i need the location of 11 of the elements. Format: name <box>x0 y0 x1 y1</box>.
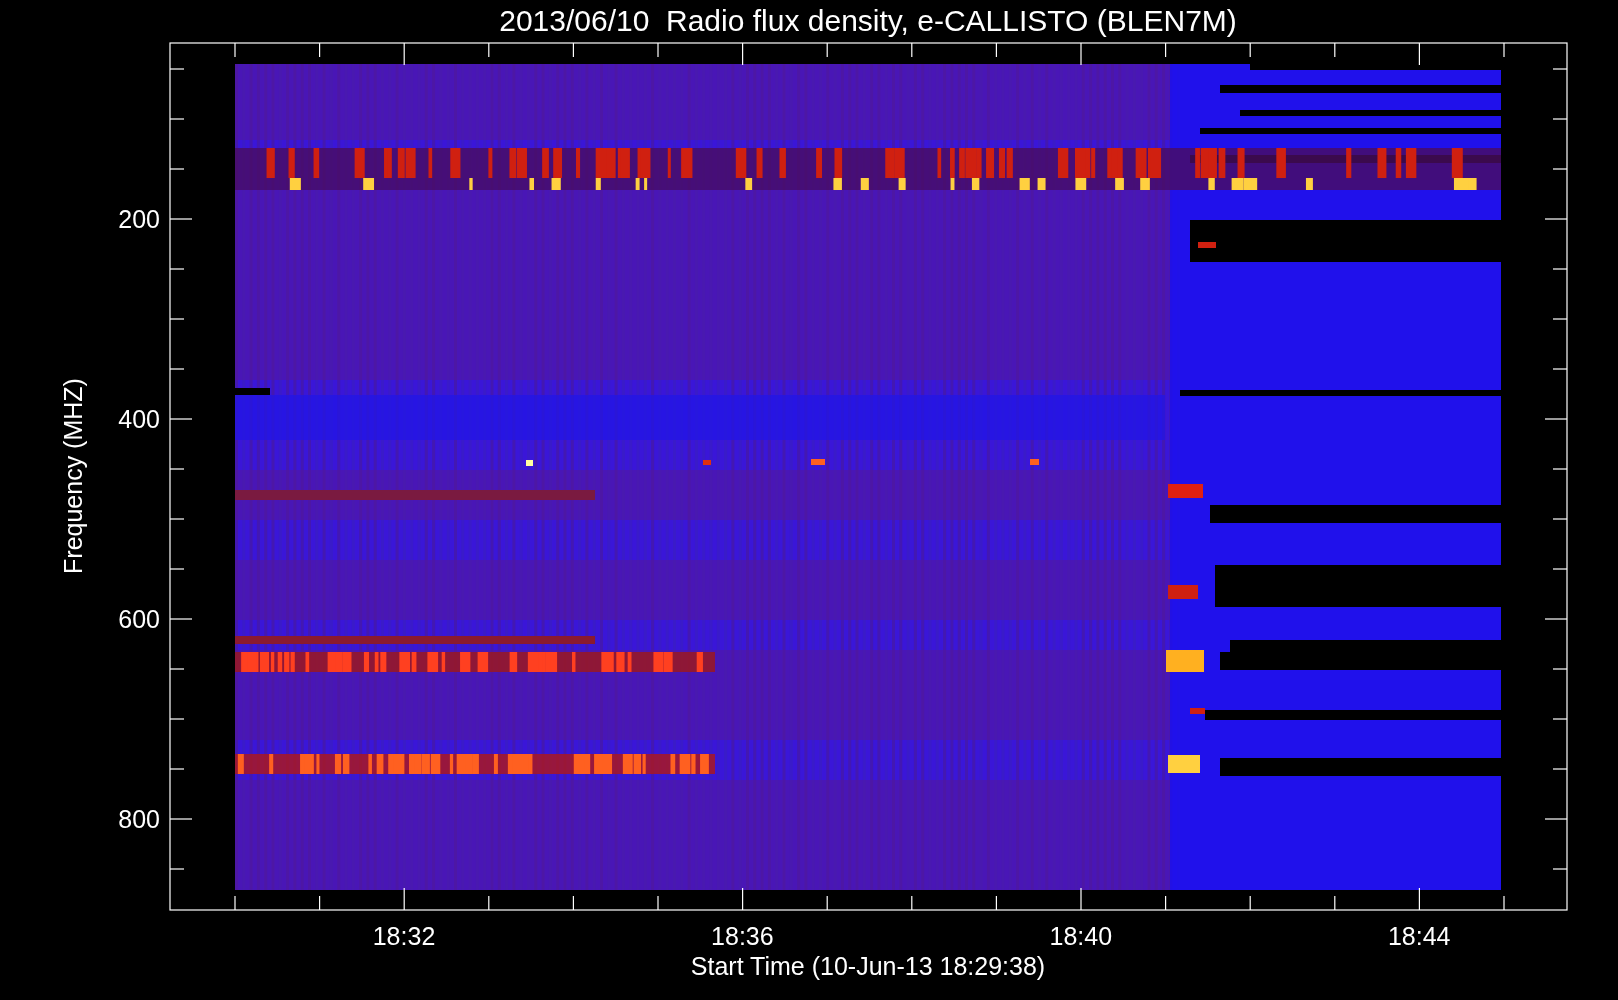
y-axis-label: Frequency (MHZ) <box>59 378 87 574</box>
x-tick-label: 18:44 <box>1387 922 1451 950</box>
chart-title: 2013/06/10 Radio flux density, e-CALLISTO (BLEN7M) <box>499 4 1237 37</box>
x-tick-label: 18:32 <box>372 922 436 950</box>
x-axis-label: Start Time (10-Jun-13 18:29:38) <box>690 952 1046 980</box>
y-tick-label: 600 <box>118 605 160 633</box>
y-tick-label: 400 <box>118 405 160 433</box>
x-tick-label: 18:40 <box>1049 922 1113 950</box>
y-tick-label: 200 <box>118 205 160 233</box>
x-tick-label: 18:36 <box>711 922 774 950</box>
y-tick-label: 800 <box>118 805 160 833</box>
